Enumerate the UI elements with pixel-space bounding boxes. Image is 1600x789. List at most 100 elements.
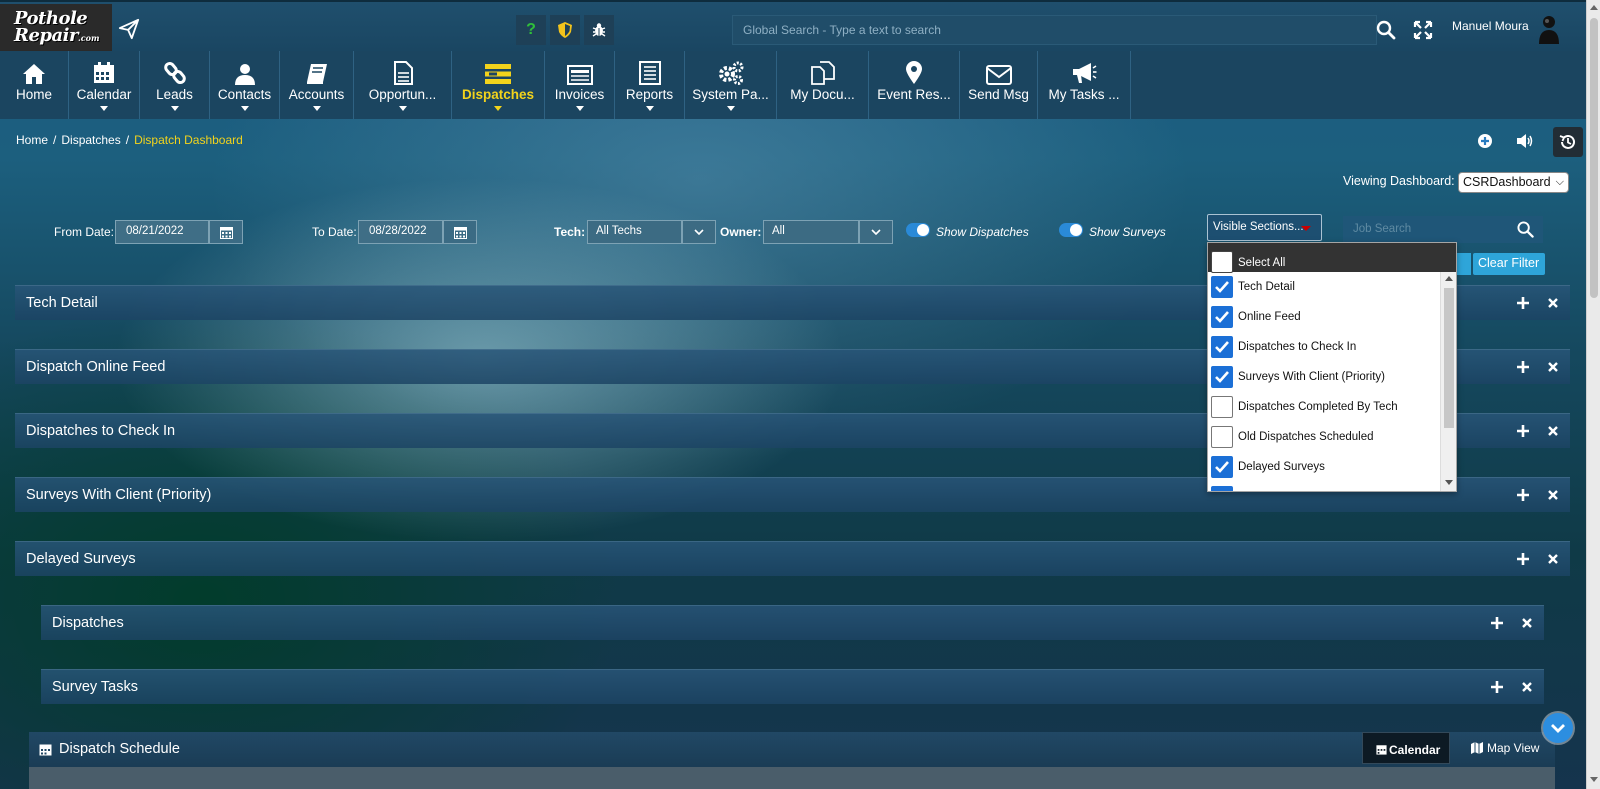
tab-calendar[interactable]: Calendar (1362, 732, 1450, 764)
plus-icon[interactable] (1515, 295, 1531, 311)
nav-system-parameters[interactable]: System Pa... (685, 51, 777, 119)
option-checkbox[interactable] (1211, 306, 1233, 328)
option-checkbox[interactable] (1211, 456, 1233, 478)
bug-icon[interactable] (584, 15, 614, 45)
clear-filter-button[interactable]: Clear Filter (1473, 253, 1545, 275)
nav-event-resources[interactable]: Event Res... (869, 51, 960, 119)
nav-reports[interactable]: Reports (615, 51, 685, 119)
chevron-down-icon (694, 229, 704, 235)
owner-label: Owner: (720, 225, 762, 239)
option-checkbox[interactable] (1211, 336, 1233, 358)
close-icon[interactable] (1519, 679, 1535, 695)
plus-icon[interactable] (1515, 551, 1531, 567)
show-dispatches-label: Show Dispatches (936, 225, 1029, 239)
visible-section-option[interactable]: Dispatches to Check In (1208, 332, 1440, 362)
shield-icon[interactable] (550, 15, 580, 45)
viewing-dashboard-select[interactable]: CSRDashboard ⌵ (1458, 172, 1569, 193)
visible-section-option[interactable]: Online Feed (1208, 302, 1440, 332)
plus-icon[interactable] (1515, 487, 1531, 503)
owner-select-toggle[interactable] (859, 220, 893, 244)
select-all-option[interactable]: Select All (1208, 243, 1456, 273)
nav-contacts[interactable]: Contacts (210, 51, 280, 119)
help-icon[interactable]: ? (516, 15, 546, 45)
scrollbar-thumb[interactable] (1590, 18, 1598, 298)
show-surveys-toggle[interactable] (1059, 223, 1083, 237)
visible-sections-button[interactable]: Visible Sections... (1207, 214, 1322, 241)
show-dispatches-toggle[interactable] (906, 223, 930, 237)
section-dispatches[interactable]: Dispatches (41, 605, 1544, 640)
user-name[interactable]: Manuel Moura (1452, 19, 1529, 33)
chevron-down-icon (100, 106, 108, 111)
dropdown-scrollbar[interactable] (1440, 272, 1456, 491)
visible-section-option-partial[interactable] (1208, 482, 1440, 491)
close-icon[interactable] (1519, 615, 1535, 631)
add-circle-icon[interactable] (1476, 132, 1494, 150)
chevron-down-icon (240, 106, 249, 111)
nav-leads[interactable]: Leads (140, 51, 210, 119)
page-scrollbar[interactable] (1586, 0, 1600, 789)
close-icon[interactable] (1545, 295, 1561, 311)
plus-icon[interactable] (1489, 615, 1505, 631)
job-search-input[interactable]: Job Search (1343, 216, 1543, 243)
breadcrumb-home[interactable]: Home (16, 133, 48, 147)
tech-select[interactable]: All Techs (587, 220, 682, 244)
dropdown-scrollbar-thumb[interactable] (1444, 288, 1454, 428)
option-checkbox[interactable] (1211, 486, 1233, 491)
close-icon[interactable] (1545, 423, 1561, 439)
plus-icon[interactable] (1515, 423, 1531, 439)
to-date-calendar-button[interactable] (443, 220, 477, 244)
scroll-up-arrow-icon[interactable] (1445, 276, 1453, 281)
option-checkbox[interactable] (1211, 426, 1233, 448)
scroll-up-arrow-icon[interactable] (1590, 5, 1598, 10)
option-checkbox[interactable] (1211, 396, 1233, 418)
owner-select[interactable]: All (763, 220, 859, 244)
app-logo[interactable]: Pothole Repair.com (0, 4, 112, 52)
dispatch-schedule-header: Dispatch Schedule Calendar Map View (29, 732, 1555, 767)
tech-select-toggle[interactable] (682, 220, 716, 244)
paper-plane-icon[interactable] (118, 18, 140, 40)
scroll-down-button[interactable] (1543, 713, 1573, 743)
speaker-icon[interactable] (1516, 132, 1534, 150)
global-search-input[interactable]: Global Search - Type a text to search (732, 15, 1377, 45)
from-date-calendar-button[interactable] (209, 220, 243, 244)
scroll-down-arrow-icon[interactable] (1590, 777, 1598, 782)
search-icon[interactable] (1517, 221, 1534, 238)
from-date-input[interactable]: 08/21/2022 (115, 220, 209, 244)
breadcrumb-dispatches[interactable]: Dispatches (61, 133, 120, 147)
fullscreen-icon[interactable] (1413, 20, 1433, 40)
nav-accounts[interactable]: Accounts (280, 51, 354, 119)
visible-section-option[interactable]: Tech Detail (1208, 272, 1440, 302)
nav-opportunities[interactable]: Opportun... (354, 51, 452, 119)
search-icon[interactable] (1376, 20, 1396, 40)
nav-home[interactable]: Home (0, 51, 69, 119)
from-date-label: From Date: (54, 225, 115, 239)
section-delayed-surveys[interactable]: Delayed Surveys (15, 541, 1570, 576)
tab-map-view[interactable]: Map View (1471, 741, 1539, 755)
avatar[interactable] (1536, 14, 1562, 44)
close-icon[interactable] (1545, 487, 1561, 503)
visible-section-option[interactable]: Dispatches Completed By Tech (1208, 392, 1440, 422)
chevron-down-icon (494, 106, 502, 111)
scroll-down-arrow-icon[interactable] (1445, 480, 1453, 485)
select-all-checkbox[interactable] (1211, 251, 1233, 273)
nav-calendar[interactable]: Calendar (69, 51, 140, 119)
close-icon[interactable] (1545, 551, 1561, 567)
section-survey-tasks[interactable]: Survey Tasks (41, 669, 1544, 704)
visible-section-option[interactable]: Old Dispatches Scheduled (1208, 422, 1440, 452)
to-date-input[interactable]: 08/28/2022 (358, 220, 443, 244)
option-checkbox[interactable] (1211, 366, 1233, 388)
nav-send-msg[interactable]: Send Msg (960, 51, 1038, 119)
nav-dispatches[interactable]: Dispatches (452, 51, 545, 119)
plus-icon[interactable] (1489, 679, 1505, 695)
nav-invoices[interactable]: Invoices (545, 51, 615, 119)
nav-my-tasks[interactable]: My Tasks ... (1038, 51, 1131, 119)
visible-section-option[interactable]: Surveys With Client (Priority) (1208, 362, 1440, 392)
close-icon[interactable] (1545, 359, 1561, 375)
viewing-dashboard-value: CSRDashboard (1463, 175, 1551, 189)
nav-my-documents[interactable]: My Docu... (777, 51, 869, 119)
option-checkbox[interactable] (1211, 276, 1233, 298)
chevron-down-icon (871, 229, 881, 235)
visible-section-option[interactable]: Delayed Surveys (1208, 452, 1440, 482)
plus-icon[interactable] (1515, 359, 1531, 375)
history-button[interactable] (1553, 127, 1583, 157)
